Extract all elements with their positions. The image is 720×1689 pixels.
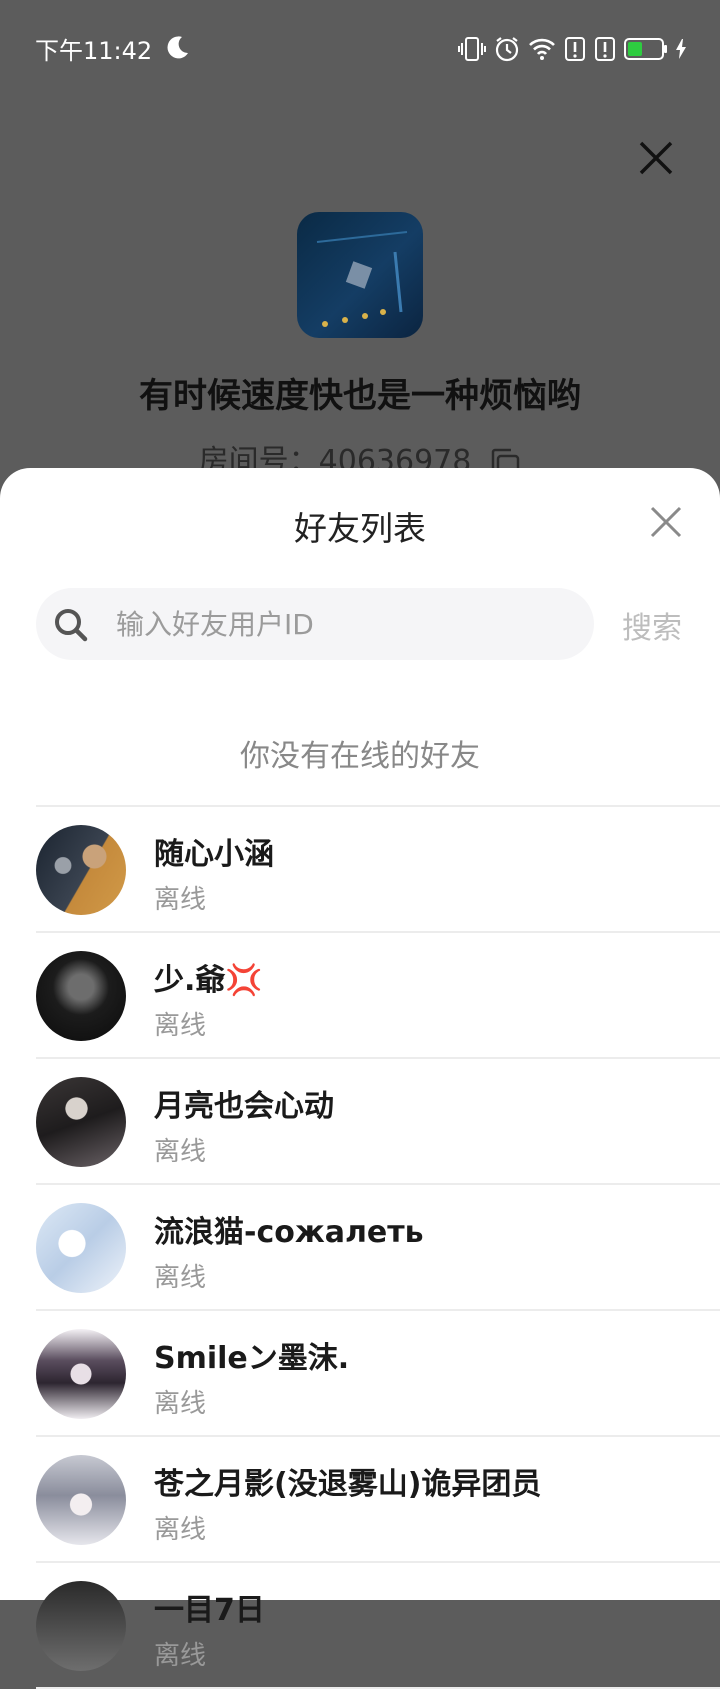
- friend-row[interactable]: 少.爺💢 离线: [0, 933, 720, 1059]
- avatar: [36, 825, 126, 915]
- friend-list: 随心小涵 离线 少.爺💢 离线 月亮也会心动 离线 流浪猫-сожалеть 离…: [0, 807, 720, 1689]
- avatar: [36, 1455, 126, 1545]
- search-box: [36, 588, 594, 660]
- avatar: [36, 951, 126, 1041]
- friend-status: 离线: [154, 1011, 207, 1041]
- alarm-icon: [495, 37, 519, 62]
- friend-name: 一目7日: [154, 1593, 265, 1628]
- avatar: [36, 1581, 126, 1671]
- friend-status: 离线: [154, 1137, 207, 1167]
- friend-name: 少.爺💢: [154, 963, 263, 998]
- empty-online-note: 你没有在线的好友: [240, 739, 480, 774]
- friend-status: 离线: [154, 1263, 207, 1293]
- sheet-title: 好友列表: [294, 509, 426, 548]
- status-time: 下午11:42: [35, 37, 153, 65]
- status-icons: [458, 34, 686, 64]
- moon-icon: [167, 36, 188, 59]
- friend-name: 月亮也会心动: [154, 1089, 334, 1124]
- friend-status: 离线: [154, 1515, 207, 1545]
- friend-row[interactable]: 一目7日 离线: [0, 1563, 720, 1689]
- friend-name: 苍之月影(没退雾山)诡异团员: [154, 1467, 542, 1502]
- avatar: [36, 1077, 126, 1167]
- friend-name: Smileン墨沫.: [154, 1341, 350, 1376]
- friend-status: 离线: [154, 1389, 207, 1419]
- alert-icon: [565, 37, 585, 61]
- search-input[interactable]: [116, 588, 576, 660]
- avatar: [36, 1329, 126, 1419]
- close-icon[interactable]: [646, 502, 686, 542]
- status-bar: 下午11:42: [0, 0, 720, 96]
- battery-icon: [624, 38, 667, 60]
- wifi-icon: [529, 38, 555, 60]
- room-cover-image: [297, 212, 423, 338]
- vibrate-icon: [458, 37, 486, 61]
- friend-row[interactable]: 苍之月影(没退雾山)诡异团员 离线: [0, 1437, 720, 1563]
- friend-row[interactable]: 月亮也会心动 离线: [0, 1059, 720, 1185]
- friend-list-sheet: 好友列表 搜索 你没有在线的好友 随心小涵 离线 少.爺💢 离线 月亮也会心动 …: [0, 468, 720, 1689]
- friend-row[interactable]: Smileン墨沫. 离线: [0, 1311, 720, 1437]
- friend-row[interactable]: 流浪猫-сожалеть 离线: [0, 1185, 720, 1311]
- friend-status: 离线: [154, 885, 207, 915]
- search-button[interactable]: 搜索: [622, 603, 682, 647]
- close-icon: [639, 141, 673, 175]
- friend-status: 离线: [154, 1641, 207, 1671]
- room-title: 有时候速度快也是一种烦恼哟: [139, 376, 581, 416]
- search-icon: [55, 609, 88, 642]
- alert-icon: [595, 37, 615, 61]
- friend-name: 随心小涵: [154, 837, 274, 872]
- charging-icon: [676, 39, 686, 59]
- friend-name: 流浪猫-сожалеть: [154, 1215, 424, 1250]
- avatar: [36, 1203, 126, 1293]
- friend-row[interactable]: 随心小涵 离线: [0, 807, 720, 933]
